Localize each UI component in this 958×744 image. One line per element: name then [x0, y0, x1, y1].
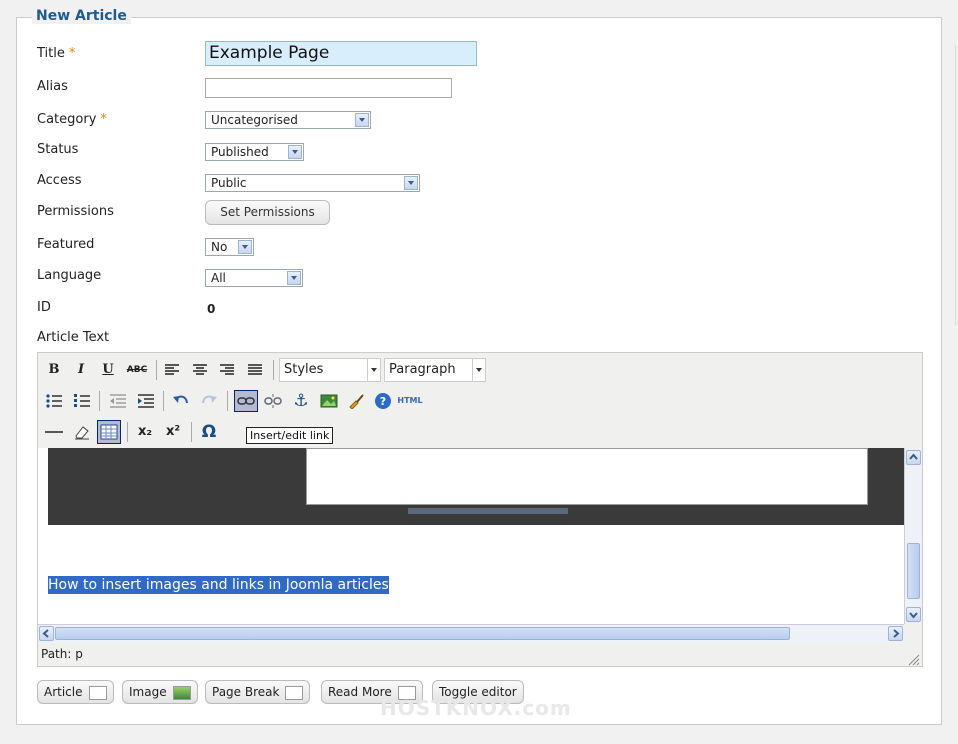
align-center-icon[interactable] [189, 359, 211, 381]
scroll-left-button[interactable] [39, 626, 54, 641]
access-select[interactable]: Public [205, 174, 420, 192]
superscript-button[interactable]: x² [162, 421, 184, 443]
insert-link-tooltip: Insert/edit link [246, 427, 334, 444]
toolbar-separator [99, 391, 100, 411]
scroll-right-button[interactable] [888, 626, 903, 641]
page-break-button[interactable]: Page Break [205, 680, 311, 704]
title-input[interactable]: Example Page [205, 41, 477, 66]
access-label: Access [37, 173, 82, 188]
styles-select[interactable]: Styles [279, 358, 381, 382]
language-label: Language [37, 268, 102, 283]
page-break-icon [285, 685, 304, 700]
align-justify-icon[interactable] [244, 359, 266, 381]
horizontal-scrollbar[interactable] [38, 624, 904, 642]
id-value: 0 [207, 302, 216, 316]
toolbar-separator [163, 391, 164, 411]
horizontal-scroll-thumb[interactable] [55, 627, 790, 640]
insert-image-icon[interactable] [318, 390, 340, 412]
special-character-button[interactable]: Ω [198, 421, 220, 443]
editor-content-area[interactable]: How to insert images and links in Joomla… [38, 448, 904, 624]
alias-input[interactable] [205, 78, 452, 98]
format-select[interactable]: Paragraph [384, 358, 486, 382]
insert-link-icon[interactable] [234, 390, 258, 412]
align-right-icon[interactable] [216, 359, 238, 381]
numbered-list-icon[interactable] [71, 390, 93, 412]
image-icon [172, 685, 191, 700]
language-select[interactable]: All [205, 269, 303, 287]
anchor-icon[interactable]: ⚓ [290, 390, 312, 412]
featured-select[interactable]: No [205, 238, 254, 256]
watermark: HOSTKNOX.com [380, 696, 572, 720]
resize-handle-icon[interactable] [906, 652, 920, 670]
subscript-button[interactable]: x₂ [134, 421, 156, 443]
undo-icon[interactable] [170, 390, 192, 412]
help-icon[interactable]: ? [372, 390, 394, 412]
indent-icon[interactable] [135, 390, 157, 412]
embedded-screenshot-image[interactable] [48, 448, 904, 525]
embedded-detail [408, 508, 568, 514]
svg-text:?: ? [380, 395, 386, 408]
toolbar-separator [227, 391, 228, 411]
alias-label: Alias [37, 79, 68, 94]
category-label: Category * [37, 112, 107, 127]
vertical-scroll-thumb[interactable] [907, 543, 920, 599]
remove-format-icon[interactable] [71, 421, 93, 443]
title-label: Title * [37, 46, 76, 61]
outdent-icon[interactable] [107, 390, 129, 412]
article-text-label: Article Text [37, 330, 110, 345]
align-left-icon[interactable] [161, 359, 183, 381]
id-label: ID [37, 300, 51, 315]
cleanup-icon[interactable] [345, 390, 367, 412]
toolbar-separator [191, 422, 192, 442]
status-select[interactable]: Published [205, 143, 304, 161]
chevron-down-icon [287, 271, 301, 285]
chevron-down-icon [355, 113, 369, 127]
chevron-down-icon [404, 176, 418, 190]
underline-button[interactable]: U [97, 359, 119, 381]
scroll-down-button[interactable] [906, 607, 921, 622]
toolbar-separator [156, 360, 157, 380]
toolbar-separator [273, 360, 274, 380]
image-button[interactable]: Image [122, 680, 198, 704]
selected-text[interactable]: How to insert images and links in Joomla… [48, 576, 389, 594]
html-source-button[interactable]: HTML [396, 390, 424, 412]
strikethrough-button[interactable]: ABC [124, 359, 150, 381]
bold-button[interactable]: B [43, 359, 65, 381]
unlink-icon[interactable] [262, 390, 284, 412]
toolbar-separator [127, 422, 128, 442]
bullet-list-icon[interactable] [43, 390, 65, 412]
featured-label: Featured [37, 237, 95, 252]
chevron-down-icon [288, 145, 302, 159]
chevron-down-icon [367, 359, 380, 381]
form-legend: New Article [32, 8, 131, 24]
set-permissions-button[interactable]: Set Permissions [205, 200, 330, 225]
scroll-up-button[interactable] [906, 450, 921, 465]
article-button[interactable]: Article [37, 680, 114, 704]
embedded-dialog [306, 448, 868, 505]
redo-icon[interactable] [198, 390, 220, 412]
status-label: Status [37, 142, 79, 157]
permissions-label: Permissions [37, 204, 114, 219]
vertical-scrollbar[interactable] [904, 448, 922, 624]
category-select[interactable]: Uncategorised [205, 111, 371, 129]
italic-button[interactable]: I [70, 359, 92, 381]
article-icon [88, 685, 107, 700]
editor-path: Path: p [41, 647, 83, 661]
chevron-down-icon [238, 240, 252, 254]
horizontal-rule-icon[interactable] [43, 421, 65, 443]
chevron-down-icon [472, 359, 485, 381]
trailing-text: . [359, 576, 364, 592]
table-icon[interactable] [97, 420, 121, 444]
